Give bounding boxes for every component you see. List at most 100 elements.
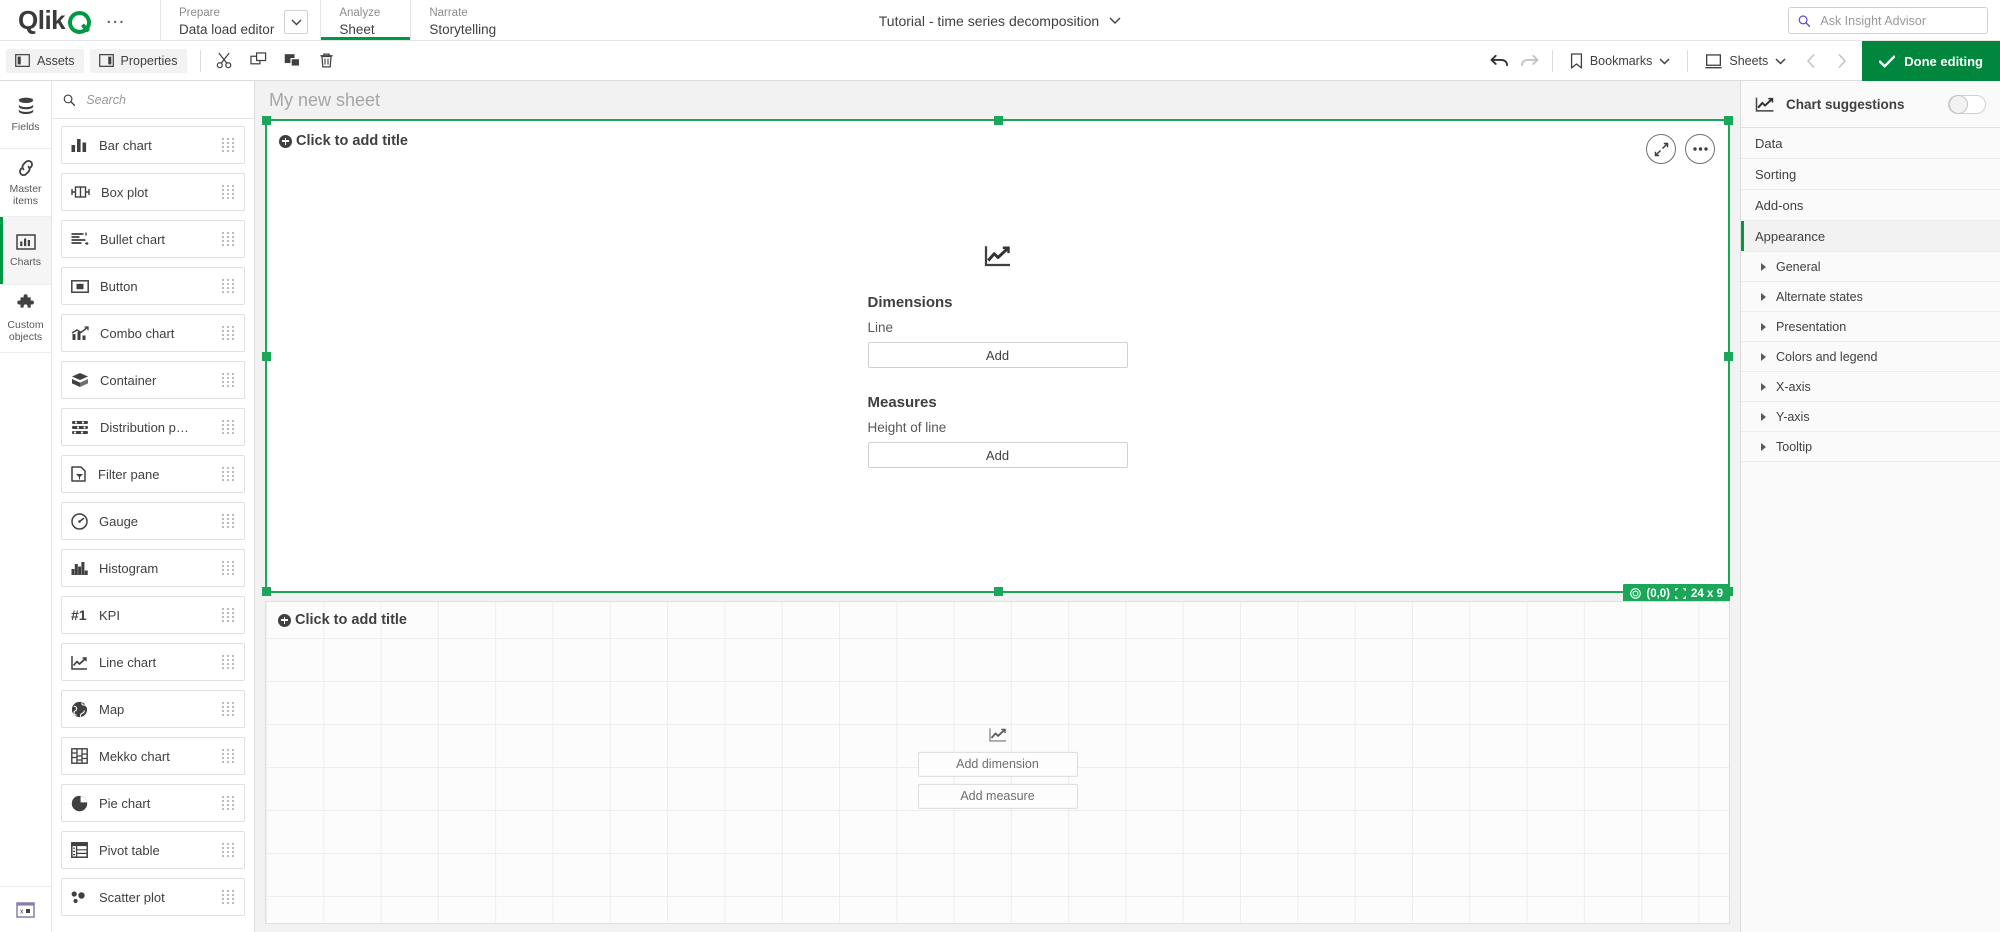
asset-search-input[interactable] <box>84 91 243 108</box>
asset-item-distribution-plot[interactable]: Distribution p… <box>61 408 245 446</box>
prop-subsection-tooltip[interactable]: Tooltip <box>1741 432 2000 462</box>
asset-item-scatter-plot[interactable]: Scatter plot <box>61 878 245 916</box>
bar-chart-icon <box>71 138 87 152</box>
resize-handle-s[interactable] <box>993 587 1003 596</box>
drag-handle-icon[interactable] <box>222 279 235 293</box>
undo-button[interactable] <box>1485 46 1515 76</box>
sheet-canvas-area: My new sheet Click to add title Dimensio… <box>255 81 1740 932</box>
header-more-menu-button[interactable]: … <box>105 7 126 33</box>
drag-handle-icon[interactable] <box>222 420 235 434</box>
qlik-logo[interactable]: Qlik <box>18 5 92 36</box>
prop-section-sorting[interactable]: Sorting <box>1741 159 2000 190</box>
cut-button[interactable] <box>208 46 242 76</box>
caret-right-icon <box>1761 442 1766 451</box>
drag-handle-icon[interactable] <box>222 514 235 528</box>
resize-handle-e[interactable] <box>1724 352 1733 361</box>
asset-item-pivot-table[interactable]: Pivot table <box>61 831 245 869</box>
drag-handle-icon[interactable] <box>222 890 235 904</box>
redo-button[interactable] <box>1515 46 1545 76</box>
drag-handle-icon[interactable] <box>222 467 235 481</box>
prop-section-data[interactable]: Data <box>1741 128 2000 159</box>
prop-subsection-presentation[interactable]: Presentation <box>1741 312 2000 342</box>
resize-handle-ne[interactable] <box>1724 116 1733 125</box>
fullscreen-button[interactable] <box>1646 134 1676 164</box>
prepare-dropdown-button[interactable] <box>284 10 309 34</box>
copy-button[interactable] <box>242 46 276 76</box>
asset-item-label: Histogram <box>99 560 159 576</box>
prop-subsection-colors-and-legend[interactable]: Colors and legend <box>1741 342 2000 372</box>
prop-section-appearance[interactable]: Appearance <box>1741 221 2000 252</box>
sidebar-item-master-items[interactable]: Master items <box>0 149 51 217</box>
drag-handle-icon[interactable] <box>222 561 235 575</box>
asset-item-map[interactable]: Map <box>61 690 245 728</box>
insight-advisor-input[interactable] <box>1818 12 1978 29</box>
nav-tab-analyze[interactable]: Analyze Sheet <box>320 0 411 40</box>
nav-tab-prepare[interactable]: Prepare Data load editor <box>160 0 320 40</box>
asset-item-histogram[interactable]: Histogram <box>61 549 245 587</box>
asset-item-button[interactable]: Button <box>61 267 245 305</box>
sidebar-item-charts[interactable]: Charts <box>0 217 51 285</box>
prop-subsection-y-axis[interactable]: Y-axis <box>1741 402 2000 432</box>
second-add-dimension-button[interactable]: Add dimension <box>917 751 1078 777</box>
asset-item-filter-pane[interactable]: Filter pane <box>61 455 245 493</box>
add-dimension-button[interactable]: Add <box>867 342 1128 368</box>
bookmarks-button[interactable]: Bookmarks <box>1560 48 1681 74</box>
asset-item-container[interactable]: Container <box>61 361 245 399</box>
nav-tab-narrate[interactable]: Narrate Storytelling <box>410 0 514 40</box>
sheet-title[interactable]: My new sheet <box>255 81 1740 119</box>
next-sheet-button[interactable] <box>1826 46 1856 76</box>
prop-subsection-general[interactable]: General <box>1741 252 2000 282</box>
sheets-button[interactable]: Sheets <box>1695 49 1796 74</box>
sidebar-item-custom-objects[interactable]: Custom objects <box>0 285 51 353</box>
asset-item-label: Mekko chart <box>99 748 170 764</box>
prop-subsection-alternate-states[interactable]: Alternate states <box>1741 282 2000 312</box>
asset-item-kpi[interactable]: #1 KPI <box>61 596 245 634</box>
second-add-measure-button[interactable]: Add measure <box>917 783 1078 809</box>
selected-chart-object[interactable]: Click to add title Dimensions Line Add M… <box>262 116 1733 603</box>
resize-handle-nw[interactable] <box>262 116 271 125</box>
asset-item-gauge[interactable]: Gauge <box>61 502 245 540</box>
drag-handle-icon[interactable] <box>222 749 235 763</box>
drag-handle-icon[interactable] <box>222 796 235 810</box>
prop-subsection-x-axis[interactable]: X-axis <box>1741 372 2000 402</box>
chart-title-placeholder[interactable]: Click to add title <box>267 121 408 149</box>
asset-item-line-chart[interactable]: Line chart <box>61 643 245 681</box>
delete-button[interactable] <box>310 46 344 76</box>
asset-item-bar-chart[interactable]: Bar chart <box>61 126 245 164</box>
drag-handle-icon[interactable] <box>222 185 235 199</box>
drag-handle-icon[interactable] <box>222 702 235 716</box>
drag-handle-icon[interactable] <box>222 608 235 622</box>
properties-toggle-button[interactable]: Properties <box>89 48 187 73</box>
drag-handle-icon[interactable] <box>222 326 235 340</box>
asset-item-combo-chart[interactable]: Combo chart <box>61 314 245 352</box>
paste-button[interactable] <box>276 46 310 76</box>
chart-menu-button[interactable] <box>1685 134 1715 164</box>
resize-handle-sw[interactable] <box>262 587 271 596</box>
second-chart-title-placeholder[interactable]: Click to add title <box>266 602 407 628</box>
copy-icon <box>250 52 267 65</box>
second-chart-object[interactable]: Click to add title Add dimension Add mea… <box>265 601 1730 924</box>
drag-handle-icon[interactable] <box>222 373 235 387</box>
add-measure-button[interactable]: Add <box>867 442 1128 468</box>
resize-handle-n[interactable] <box>993 116 1003 125</box>
asset-item-box-plot[interactable]: Box plot <box>61 173 245 211</box>
prop-section-add-ons[interactable]: Add-ons <box>1741 190 2000 221</box>
asset-item-bullet-chart[interactable]: Bullet chart <box>61 220 245 258</box>
previous-sheet-button[interactable] <box>1796 46 1826 76</box>
drag-handle-icon[interactable] <box>222 655 235 669</box>
chart-suggestions-toggle[interactable] <box>1948 94 1986 114</box>
done-editing-button[interactable]: Done editing <box>1862 41 2000 81</box>
resize-handle-w[interactable] <box>262 352 271 361</box>
asset-item-pie-chart[interactable]: Pie chart <box>61 784 245 822</box>
asset-search-box[interactable] <box>52 81 254 119</box>
asset-item-label: Button <box>100 278 138 294</box>
asset-item-mekko-chart[interactable]: Mekko chart <box>61 737 245 775</box>
assets-toggle-button[interactable]: Assets <box>6 48 84 73</box>
sidebar-item-fields[interactable]: Fields <box>0 81 51 149</box>
drag-handle-icon[interactable] <box>222 232 235 246</box>
dev-tools-button[interactable]: x <box>0 886 51 932</box>
drag-handle-icon[interactable] <box>222 843 235 857</box>
insight-advisor-search[interactable] <box>1788 7 1988 34</box>
drag-handle-icon[interactable] <box>222 138 235 152</box>
app-title-chevron-down-icon[interactable] <box>1109 17 1121 25</box>
